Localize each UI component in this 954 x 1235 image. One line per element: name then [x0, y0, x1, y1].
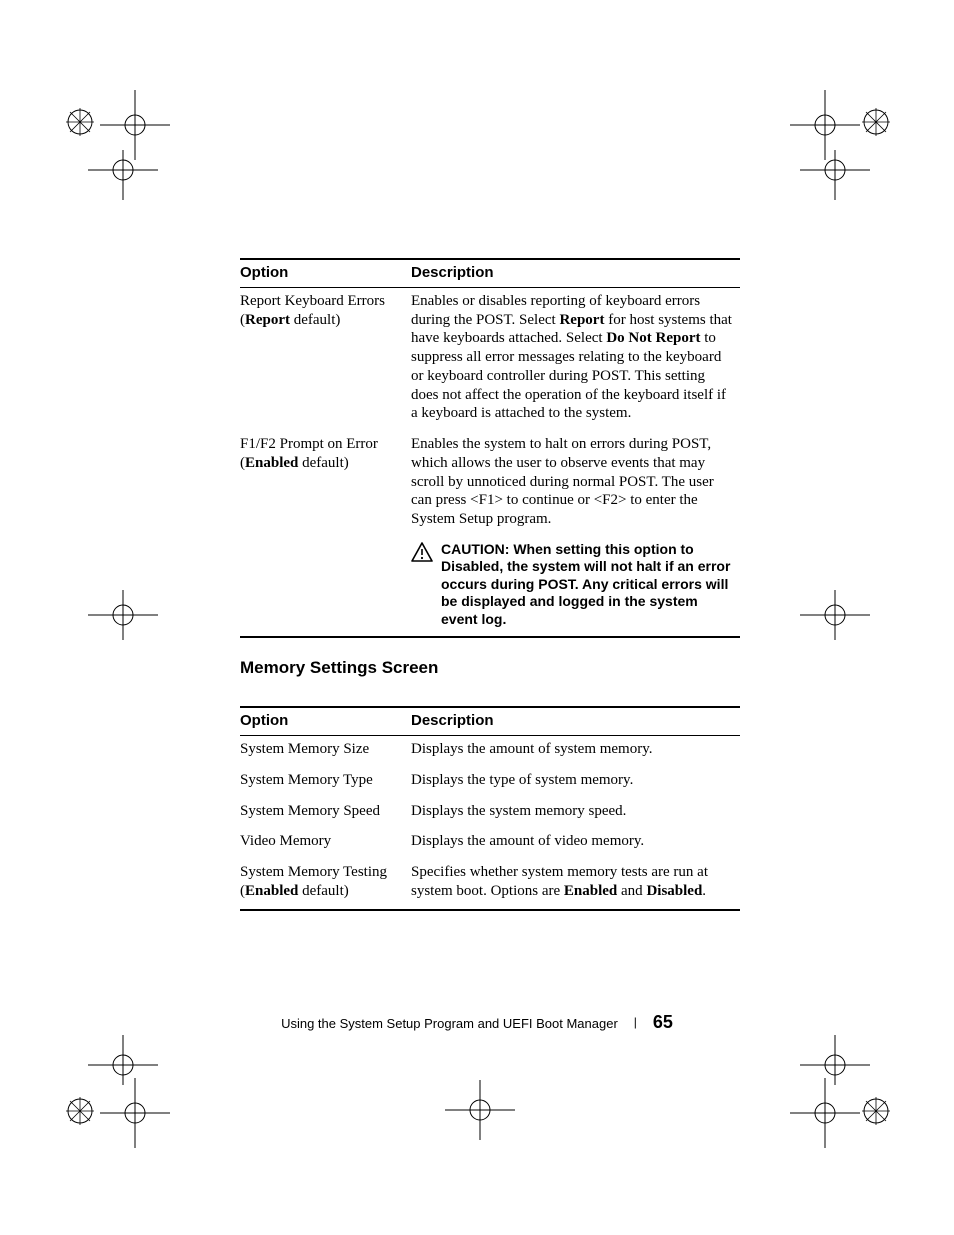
- table-row: System Memory Testing(Enabled default) S…: [240, 859, 740, 910]
- reg-mark-cross: [790, 90, 860, 160]
- reg-mark-rosette: [860, 1095, 892, 1127]
- option-cell: System Memory Size: [240, 736, 411, 767]
- option-cell: Video Memory: [240, 828, 411, 859]
- table-row: System Memory Speed Displays the system …: [240, 798, 740, 829]
- reg-mark-cross: [88, 590, 158, 640]
- table-row: F1/F2 Prompt on Error(Enabled default) E…: [240, 431, 740, 537]
- reg-mark-cross: [800, 590, 870, 640]
- reg-mark-rosette: [64, 106, 96, 138]
- reg-mark-cross: [100, 1078, 170, 1148]
- col-description: Description: [411, 707, 740, 735]
- section-heading: Memory Settings Screen: [240, 658, 740, 678]
- reg-mark-cross: [790, 1078, 860, 1148]
- description-cell: Enables or disables reporting of keyboar…: [411, 287, 740, 431]
- caution-text: CAUTION: When setting this option to Dis…: [441, 541, 736, 629]
- description-cell: Displays the system memory speed.: [411, 798, 740, 829]
- reg-mark-rosette: [64, 1095, 96, 1127]
- option-cell: F1/F2 Prompt on Error(Enabled default): [240, 431, 411, 537]
- table-row: System Memory Size Displays the amount o…: [240, 736, 740, 767]
- reg-mark-cross: [800, 1035, 870, 1085]
- caution-block: CAUTION: When setting this option to Dis…: [411, 541, 736, 629]
- table-row: System Memory Type Displays the type of …: [240, 767, 740, 798]
- col-description: Description: [411, 259, 740, 287]
- reg-mark-cross: [88, 1035, 158, 1085]
- caution-row: CAUTION: When setting this option to Dis…: [240, 537, 740, 638]
- option-cell: System Memory Testing(Enabled default): [240, 859, 411, 910]
- reg-mark-cross: [88, 150, 158, 200]
- description-cell: Displays the amount of system memory.: [411, 736, 740, 767]
- reg-mark-cross: [800, 150, 870, 200]
- table-row: Report Keyboard Errors(Report default) E…: [240, 287, 740, 431]
- description-cell: Displays the type of system memory.: [411, 767, 740, 798]
- footer-page-number: 65: [653, 1012, 673, 1032]
- option-cell: System Memory Speed: [240, 798, 411, 829]
- option-cell: Report Keyboard Errors(Report default): [240, 287, 411, 431]
- reg-mark-cross: [445, 1080, 515, 1140]
- footer-separator: |: [634, 1015, 637, 1029]
- table-row: Video Memory Displays the amount of vide…: [240, 828, 740, 859]
- option-cell: System Memory Type: [240, 767, 411, 798]
- description-cell: Specifies whether system memory tests ar…: [411, 859, 740, 910]
- description-cell: Displays the amount of video memory.: [411, 828, 740, 859]
- col-option: Option: [240, 707, 411, 735]
- reg-mark-cross: [100, 90, 170, 160]
- caution-icon: [411, 541, 433, 567]
- page-footer: Using the System Setup Program and UEFI …: [0, 1012, 954, 1033]
- options-table-2: Option Description System Memory Size Di…: [240, 706, 740, 910]
- col-option: Option: [240, 259, 411, 287]
- footer-chapter: Using the System Setup Program and UEFI …: [281, 1016, 618, 1031]
- description-cell: Enables the system to halt on errors dur…: [411, 431, 740, 537]
- reg-mark-rosette: [860, 106, 892, 138]
- options-table-1: Option Description Report Keyboard Error…: [240, 258, 740, 638]
